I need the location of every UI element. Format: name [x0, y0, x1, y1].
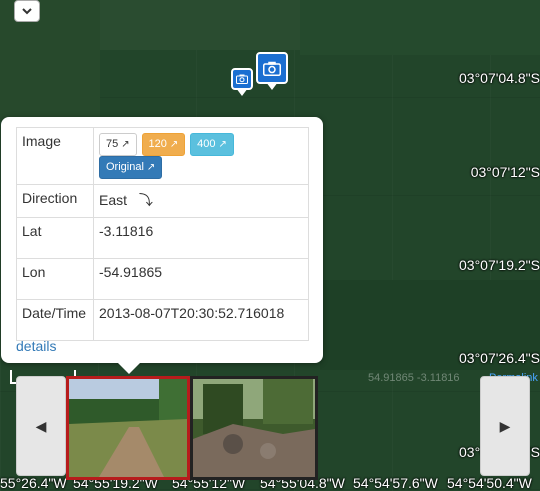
longitude-label: 55°26.4"W [0, 475, 67, 491]
longitude-label: 54°54'57.6"W [353, 475, 438, 491]
table-row: Lat -3.11816 [16, 217, 309, 259]
lon-label: Lon [16, 258, 94, 300]
datetime-label: Date/Time [16, 299, 94, 341]
size-400-label: 400 [197, 138, 216, 150]
map-tile [100, 0, 300, 50]
size-120-label: 120 [148, 138, 167, 150]
camera-icon [236, 74, 248, 84]
chevron-down-icon [22, 8, 32, 15]
caret-right-icon: ▶ [499, 417, 511, 434]
lat-label: Lat [16, 217, 94, 259]
size-120-button[interactable]: 120 ↗ [141, 133, 186, 156]
size-400-button[interactable]: 400 ↗ [190, 133, 234, 156]
photo-info-table: Image 75 ↗ 120 ↗ 400 ↗ Original ↗ Direction … [16, 127, 309, 341]
image-size-buttons: 75 ↗ 120 ↗ 400 ↗ Original ↗ [93, 127, 309, 185]
direction-label: Direction [16, 184, 94, 218]
prev-photo-button[interactable]: ◀ [16, 376, 66, 476]
popup-pointer [117, 362, 141, 374]
table-row: Direction East ⤵ [16, 184, 309, 218]
size-75-button[interactable]: 75 ↗ [99, 133, 137, 156]
details-link[interactable]: details [16, 338, 56, 354]
size-original-button[interactable]: Original ↗ [99, 156, 163, 179]
latitude-label: 03°07'19.2"S [459, 257, 540, 273]
photo-thumbnail-selected[interactable] [66, 376, 190, 480]
size-original-label: Original [106, 161, 144, 173]
latitude-label: 03°07'04.8"S [459, 70, 540, 86]
share-arrow-icon: ⤵ [138, 192, 153, 208]
photo-marker[interactable] [231, 68, 253, 96]
photo-thumbnail[interactable] [190, 376, 318, 480]
lon-value: -54.91865 [93, 258, 309, 300]
map-attribution: 54.91865 -3.11816 [368, 372, 460, 384]
photo-marker-active[interactable] [256, 52, 288, 90]
direction-value: East [99, 192, 128, 208]
table-row: Date/Time 2013-08-07T20:30:52.716018 [16, 299, 309, 341]
image-label: Image [16, 127, 94, 185]
photo-info-popup: Image 75 ↗ 120 ↗ 400 ↗ Original ↗ Direction … [1, 117, 323, 374]
camera-icon [263, 61, 281, 76]
thumbnail-image [193, 379, 315, 477]
external-link-icon: ↗ [121, 139, 130, 150]
next-photo-button[interactable]: ▶ [480, 376, 530, 476]
map-tile [300, 0, 540, 55]
lat-value: -3.11816 [93, 217, 309, 259]
datetime-value: 2013-08-07T20:30:52.716018 [93, 299, 309, 341]
external-link-icon: ↗ [218, 139, 227, 150]
latitude-label: 03°07'12"S [470, 164, 540, 180]
latitude-label: 03°07'26.4"S [459, 350, 540, 366]
longitude-label: 54°54'50.4"W [447, 475, 532, 491]
direction-cell: East ⤵ [93, 184, 309, 218]
caret-left-icon: ◀ [35, 417, 47, 434]
toggle-button[interactable] [14, 0, 40, 22]
external-link-icon: ↗ [169, 139, 179, 150]
marker-pointer [236, 88, 248, 96]
table-row: Image 75 ↗ 120 ↗ 400 ↗ Original ↗ [16, 127, 309, 185]
thumbnail-image [69, 379, 187, 477]
external-link-icon: ↗ [146, 162, 156, 173]
marker-pointer [266, 82, 278, 90]
table-row: Lon -54.91865 [16, 258, 309, 300]
size-75-label: 75 [106, 138, 119, 150]
